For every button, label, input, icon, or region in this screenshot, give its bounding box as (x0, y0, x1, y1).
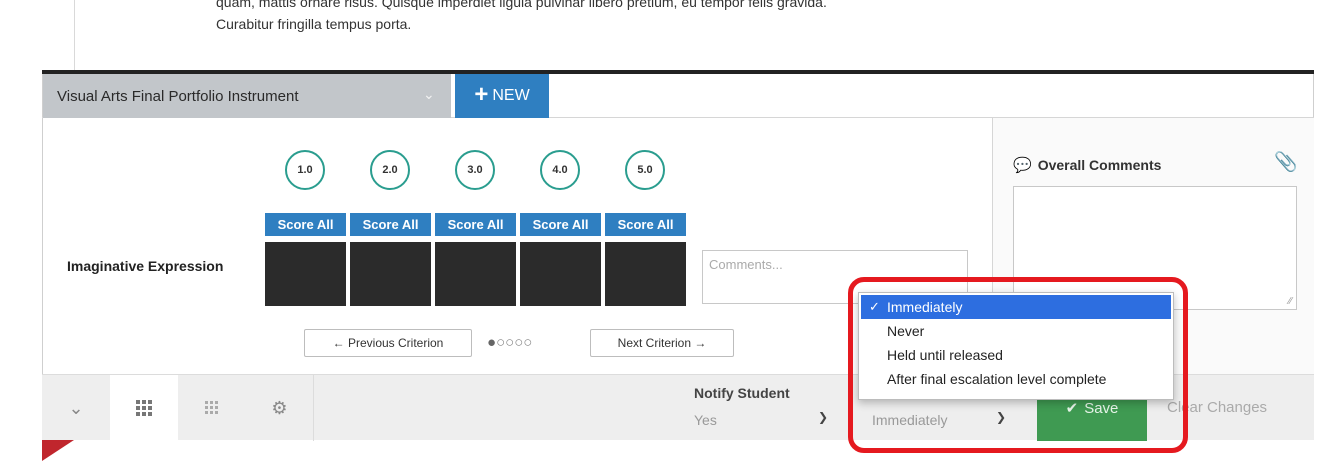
intro-line-2: Curabitur fringilla tempus porta. (216, 16, 412, 32)
plus-icon: + (474, 80, 489, 108)
rubric-cell-3[interactable] (435, 242, 516, 306)
instrument-select-value: Visual Arts Final Portfolio Instrument (57, 87, 299, 105)
chevron-down-icon: ❯ (818, 410, 829, 424)
rubric-cell-2[interactable] (350, 242, 431, 306)
rubric-cell-4[interactable] (520, 242, 601, 306)
intro-line-1: quam, mattis ornare risus. Quisque imper… (216, 0, 827, 10)
instrument-bar: Visual Arts Final Portfolio Instrument ⌄… (42, 74, 1314, 118)
resize-grip-icon[interactable]: ∕∕ (1289, 296, 1292, 307)
compact-grid-view-button[interactable] (178, 375, 246, 441)
pagination-dot[interactable]: ○ (523, 334, 532, 351)
paperclip-icon[interactable]: 📎 (1274, 150, 1298, 174)
speech-bubbles-icon: 💬 (1013, 157, 1032, 174)
rubric-cell-1[interactable] (265, 242, 346, 306)
gear-icon: ⚙ (271, 397, 288, 418)
score-all-button-1[interactable]: Score All (265, 213, 346, 236)
grid-view-button[interactable] (110, 375, 178, 441)
level-circle-5: 5.0 (625, 150, 665, 190)
score-all-button-3[interactable]: Score All (435, 213, 516, 236)
score-all-button-4[interactable]: Score All (520, 213, 601, 236)
new-button-label: NEW (492, 87, 530, 104)
grid-icon (136, 400, 152, 416)
notify-student-select[interactable]: Yes (694, 412, 717, 428)
collapse-toggle[interactable]: ⌄ (42, 375, 110, 441)
criterion-label: Imaginative Expression (67, 258, 224, 274)
highlight-annotation (848, 277, 1188, 453)
score-all-button-5[interactable]: Score All (605, 213, 686, 236)
chevron-down-icon: ⌄ (423, 86, 435, 102)
rubric-cell-5[interactable] (605, 242, 686, 306)
criterion-pagination[interactable]: ●○○○○ (487, 334, 532, 351)
score-all-button-2[interactable]: Score All (350, 213, 431, 236)
next-criterion-button[interactable]: Next Criterion → (590, 329, 734, 357)
previous-criterion-button[interactable]: ← Previous Criterion (304, 329, 472, 357)
chevron-down-icon: ⌄ (68, 397, 84, 418)
settings-button[interactable]: ⚙ (246, 375, 314, 441)
new-button[interactable]: + NEW (455, 74, 549, 118)
content-left-rule (74, 0, 75, 70)
pagination-dot[interactable]: ○ (514, 334, 523, 351)
pagination-dot[interactable]: ○ (496, 334, 505, 351)
pagination-dot-active[interactable]: ● (487, 334, 496, 351)
level-circle-2: 2.0 (370, 150, 410, 190)
level-circle-4: 4.0 (540, 150, 580, 190)
overall-comments-label: Overall Comments (1037, 157, 1162, 173)
overall-comments-header: 💬 Overall Comments (1013, 156, 1161, 174)
level-circle-3: 3.0 (455, 150, 495, 190)
small-grid-icon (205, 401, 218, 414)
instrument-select[interactable]: Visual Arts Final Portfolio Instrument ⌄ (43, 74, 451, 118)
red-corner-flag (42, 440, 74, 461)
pagination-dot[interactable]: ○ (505, 334, 514, 351)
level-circle-1: 1.0 (285, 150, 325, 190)
intro-text: quam, mattis ornare risus. Quisque imper… (216, 0, 827, 35)
notify-student-label: Notify Student (694, 385, 790, 401)
